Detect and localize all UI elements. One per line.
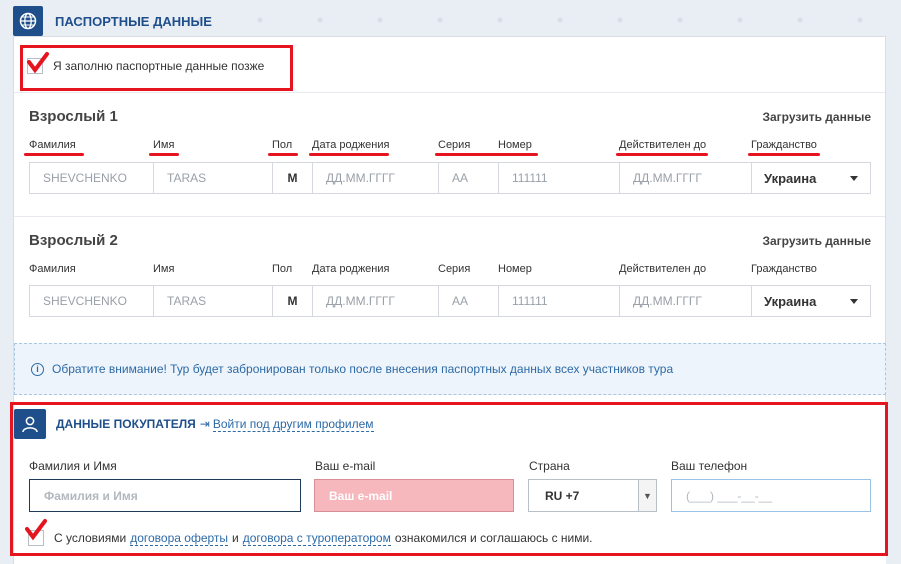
traveler-2-series-input[interactable]: АА (438, 285, 499, 317)
traveler-2-load-data-link[interactable]: Загрузить данные (762, 234, 871, 248)
traveler-1-surname-input[interactable]: SHEVCHENKO (29, 162, 154, 194)
traveler-1-load-data-link[interactable]: Загрузить данные (762, 110, 871, 124)
annotation-underline (309, 153, 389, 156)
annotation-check-icon (27, 52, 49, 74)
traveler-2-sex-input[interactable]: М (272, 285, 313, 317)
traveler-2-number-input[interactable]: 111111 (498, 285, 620, 317)
label-sex: Пол (272, 263, 293, 275)
traveler-1-birth-input[interactable]: ДД.ММ.ГГГГ (312, 162, 439, 194)
divider (14, 92, 885, 93)
passport-notice-text: Обратите внимание! Тур будет забронирова… (52, 362, 674, 376)
label-citizenship: Гражданство (751, 139, 817, 151)
traveler-1-title: Взрослый 1 (29, 108, 118, 125)
traveler-2-title: Взрослый 2 (29, 232, 118, 249)
label-number: Номер (498, 263, 532, 275)
traveler-1-citizenship-select[interactable]: Украина (751, 162, 871, 194)
annotation-underline (149, 153, 179, 156)
label-citizenship: Гражданство (751, 263, 817, 275)
annotation-box (20, 45, 293, 91)
traveler-1-number-input[interactable]: 111111 (498, 162, 620, 194)
label-series: Серия (438, 139, 471, 151)
traveler-2-citizenship-value: Украина (764, 293, 817, 309)
traveler-2-birth-input[interactable]: ДД.ММ.ГГГГ (312, 285, 439, 317)
traveler-1-sex-input[interactable]: М (272, 162, 313, 194)
info-icon: i (31, 362, 44, 376)
traveler-2-name-input[interactable]: TARAS (153, 285, 273, 317)
chevron-down-icon (850, 176, 858, 181)
traveler-2-citizenship-select[interactable]: Украина (751, 285, 871, 317)
annotation-underline (748, 153, 820, 156)
traveler-1-valid-input[interactable]: ДД.ММ.ГГГГ (619, 162, 752, 194)
label-name: Имя (153, 139, 175, 151)
divider (14, 216, 885, 217)
chevron-down-icon (850, 299, 858, 304)
annotation-underline (616, 153, 708, 156)
annotation-underline (24, 153, 84, 156)
annotation-check-icon (25, 519, 47, 541)
traveler-2-valid-input[interactable]: ДД.ММ.ГГГГ (619, 285, 752, 317)
label-surname: Фамилия (29, 139, 76, 151)
annotation-underline (435, 153, 538, 156)
passport-section-title: ПАСПОРТНЫЕ ДАННЫЕ (55, 13, 212, 29)
traveler-1-name-input[interactable]: TARAS (153, 162, 273, 194)
label-valid: Действителен до (619, 139, 707, 151)
label-number: Номер (498, 139, 532, 151)
label-name: Имя (153, 263, 175, 275)
passport-section-header: ПАСПОРТНЫЕ ДАННЫЕ (13, 5, 886, 37)
globe-icon (13, 6, 43, 36)
label-birth: Дата роджения (312, 263, 390, 275)
label-valid: Действителен до (619, 263, 707, 275)
traveler-2-surname-input[interactable]: SHEVCHENKO (29, 285, 154, 317)
traveler-1-citizenship-value: Украина (764, 170, 817, 186)
traveler-1-series-input[interactable]: АА (438, 162, 499, 194)
label-series: Серия (438, 263, 471, 275)
label-sex: Пол (272, 139, 293, 151)
passport-notice: i Обратите внимание! Тур будет заброниро… (14, 343, 886, 395)
label-surname: Фамилия (29, 263, 76, 275)
annotation-box (10, 402, 888, 556)
label-birth: Дата роджения (312, 139, 390, 151)
annotation-underline (268, 153, 298, 156)
